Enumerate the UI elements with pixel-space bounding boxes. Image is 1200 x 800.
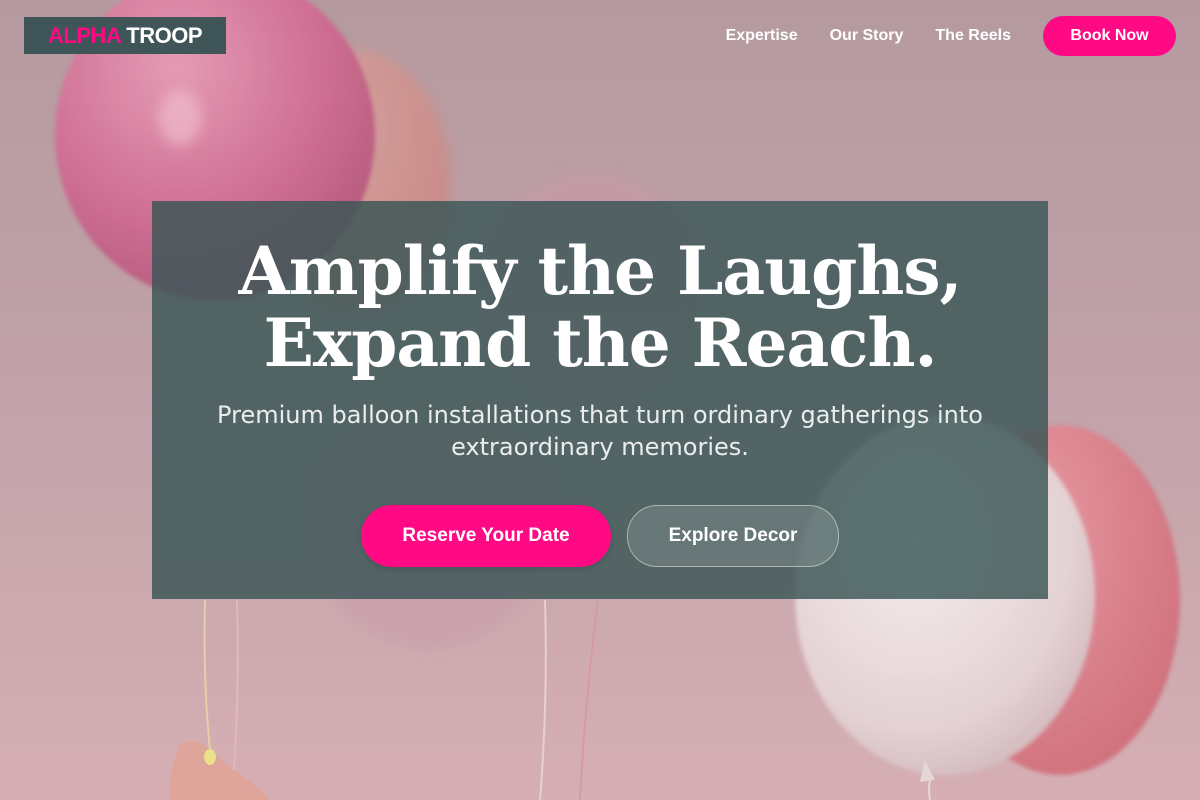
- reserve-date-button[interactable]: Reserve Your Date: [361, 505, 611, 567]
- book-now-button[interactable]: Book Now: [1043, 16, 1176, 56]
- hero-card: Amplify the Laughs, Expand the Reach. Pr…: [152, 201, 1048, 599]
- hero-subtitle: Premium balloon installations that turn …: [217, 401, 983, 461]
- hero-title-line-1: Amplify the Laughs,: [238, 232, 963, 310]
- nav-link-our-story[interactable]: Our Story: [830, 27, 904, 45]
- explore-decor-button[interactable]: Explore Decor: [627, 505, 839, 567]
- hero-title-line-2: Expand the Reach.: [263, 304, 938, 382]
- hero-actions: Reserve Your Date Explore Decor: [152, 505, 1048, 567]
- nav-link-expertise[interactable]: Expertise: [726, 27, 798, 45]
- logo-text-troop: TROOP: [126, 23, 202, 48]
- site-header: ALPHA TROOP Expertise Our Story The Reels…: [0, 0, 1200, 72]
- logo-text-alpha: ALPHA: [47, 23, 122, 48]
- main-nav: Expertise Our Story The Reels Book Now: [726, 16, 1176, 56]
- nav-link-the-reels[interactable]: The Reels: [935, 27, 1011, 45]
- brand-logo[interactable]: ALPHA TROOP: [24, 17, 226, 54]
- hero-title: Amplify the Laughs, Expand the Reach.: [152, 235, 1048, 379]
